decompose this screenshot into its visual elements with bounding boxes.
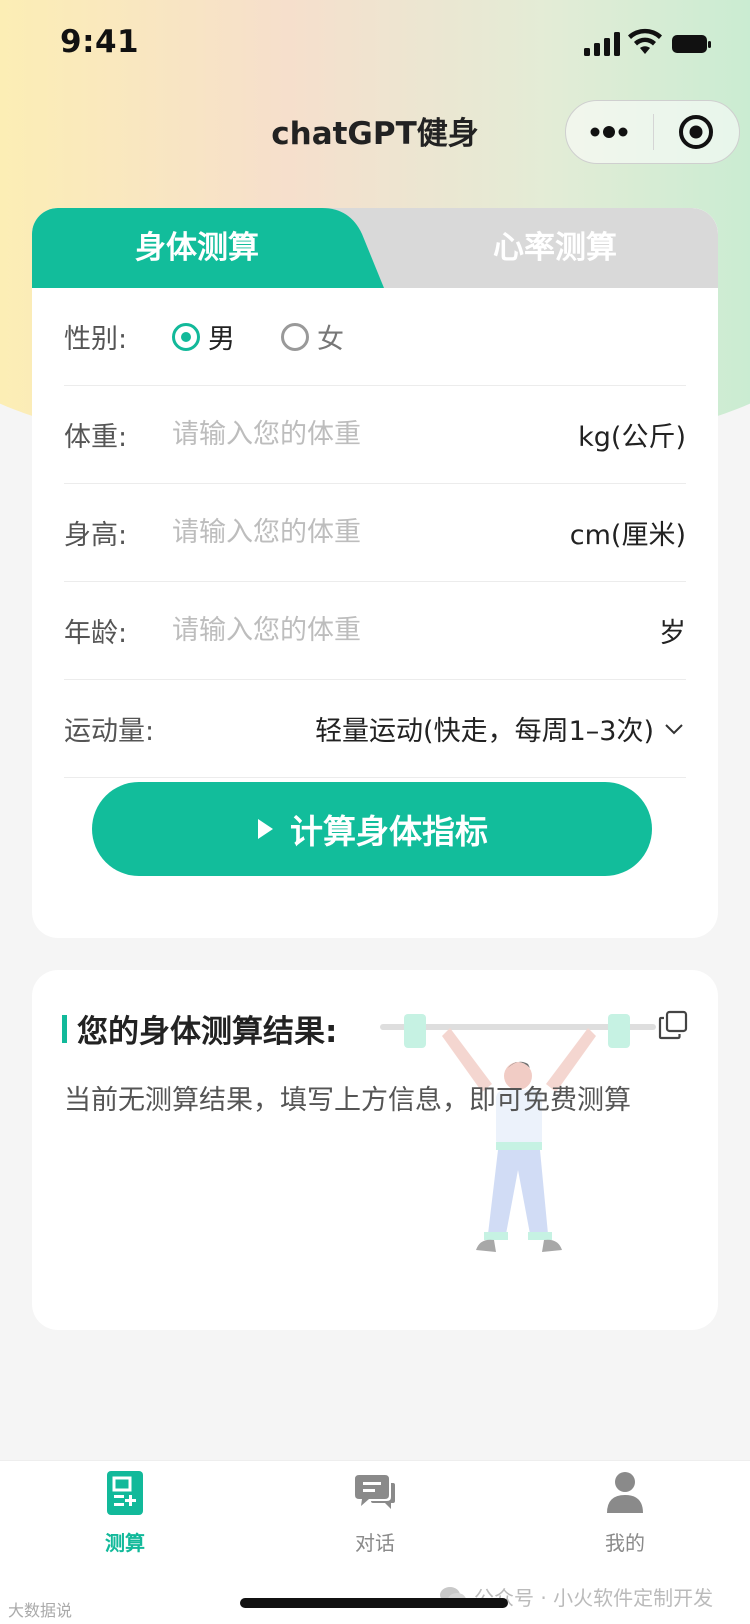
gender-label: 性别: [64, 324, 128, 355]
status-bar: 9:41 [0, 0, 750, 90]
cellular-signal-icon [584, 32, 620, 56]
calculate-body-metrics-button[interactable]: 计算身体指标 [92, 782, 652, 876]
play-icon [258, 819, 273, 839]
age-unit: 岁 [659, 618, 686, 649]
home-indicator [240, 1598, 508, 1608]
weight-row: 体重: kg(公斤) [64, 386, 686, 484]
close-button[interactable] [654, 101, 740, 163]
gender-female-label: 女 [317, 324, 344, 355]
more-button[interactable] [566, 101, 653, 163]
height-input[interactable] [172, 517, 570, 548]
result-card: 您的身体测算结果: 当前无测算结果，填写上方信息，即可免费测算 [32, 970, 718, 1330]
result-title: 您的身体测算结果: [62, 1006, 337, 1051]
activity-row[interactable]: 运动量: 轻量运动(快走，每周1–3次) [64, 680, 686, 778]
calculator-icon [107, 1471, 143, 1515]
more-dots-icon [590, 126, 628, 138]
watermark-right-text: 公众号 · 小火软件定制开发 [474, 1586, 714, 1610]
radio-checked-icon [172, 322, 200, 351]
tab-chat-label: 对话 [355, 1531, 395, 1555]
tab-calc[interactable]: 测算 [0, 1471, 250, 1571]
gender-male-label: 男 [208, 324, 235, 355]
tab-body-calc[interactable]: 身体测算 [32, 208, 362, 288]
height-unit: cm(厘米) [569, 520, 686, 551]
tab-calc-label: 测算 [105, 1531, 145, 1555]
title-accent-bar [62, 1014, 67, 1043]
tab-me[interactable]: 我的 [500, 1471, 750, 1571]
gender-male-option[interactable]: 男 [172, 317, 235, 356]
mini-program-capsule [565, 100, 740, 164]
page: 9:41 chatGPT健身 身体测算 心率测算 性别: 男 女 体重: 请输入… [0, 0, 750, 1624]
age-row: 年龄: 岁 [64, 582, 686, 680]
tab-me-label: 我的 [605, 1531, 645, 1555]
weight-input[interactable] [172, 419, 579, 450]
result-title-text: 您的身体测算结果: [77, 1014, 338, 1050]
empty-result-text: 当前无测算结果，填写上方信息，即可免费测算 [64, 1085, 631, 1116]
gender-female-option[interactable]: 女 [281, 317, 344, 356]
activity-select-value[interactable]: 轻量运动(快走，每周1–3次) [172, 709, 654, 748]
gender-row: 性别: 男 女 [64, 288, 686, 386]
weight-label: 体重: [64, 422, 128, 453]
user-icon [607, 1472, 643, 1513]
weight-unit: kg(公斤) [578, 422, 686, 453]
status-time: 9:41 [60, 24, 140, 60]
body-calc-form-card: 身体测算 心率测算 性别: 男 女 体重: kg(公斤) [32, 208, 718, 938]
gender-radio-group: 男 女 [172, 317, 390, 356]
height-label: 身高: [64, 520, 128, 551]
chat-icon [355, 1475, 395, 1509]
tab-heart-rate-calc[interactable]: 心率测算 [392, 208, 718, 288]
close-target-icon [679, 115, 714, 149]
age-input[interactable] [172, 615, 659, 646]
tab-chat[interactable]: 对话 [250, 1471, 500, 1571]
activity-label: 运动量: [64, 716, 155, 747]
wifi-icon [628, 28, 662, 54]
weightlifter-illustration [380, 1014, 656, 1252]
watermark-left: 大数据说 [8, 1601, 73, 1620]
calc-tabs: 身体测算 心率测算 [32, 208, 718, 288]
radio-unchecked-icon [281, 322, 309, 351]
calculate-button-label: 计算身体指标 [290, 812, 488, 851]
chevron-down-icon [665, 723, 683, 734]
copy-icon[interactable] [658, 1010, 688, 1040]
age-label: 年龄: [64, 618, 128, 649]
height-row: 身高: cm(厘米) [64, 484, 686, 582]
battery-icon [672, 35, 711, 53]
